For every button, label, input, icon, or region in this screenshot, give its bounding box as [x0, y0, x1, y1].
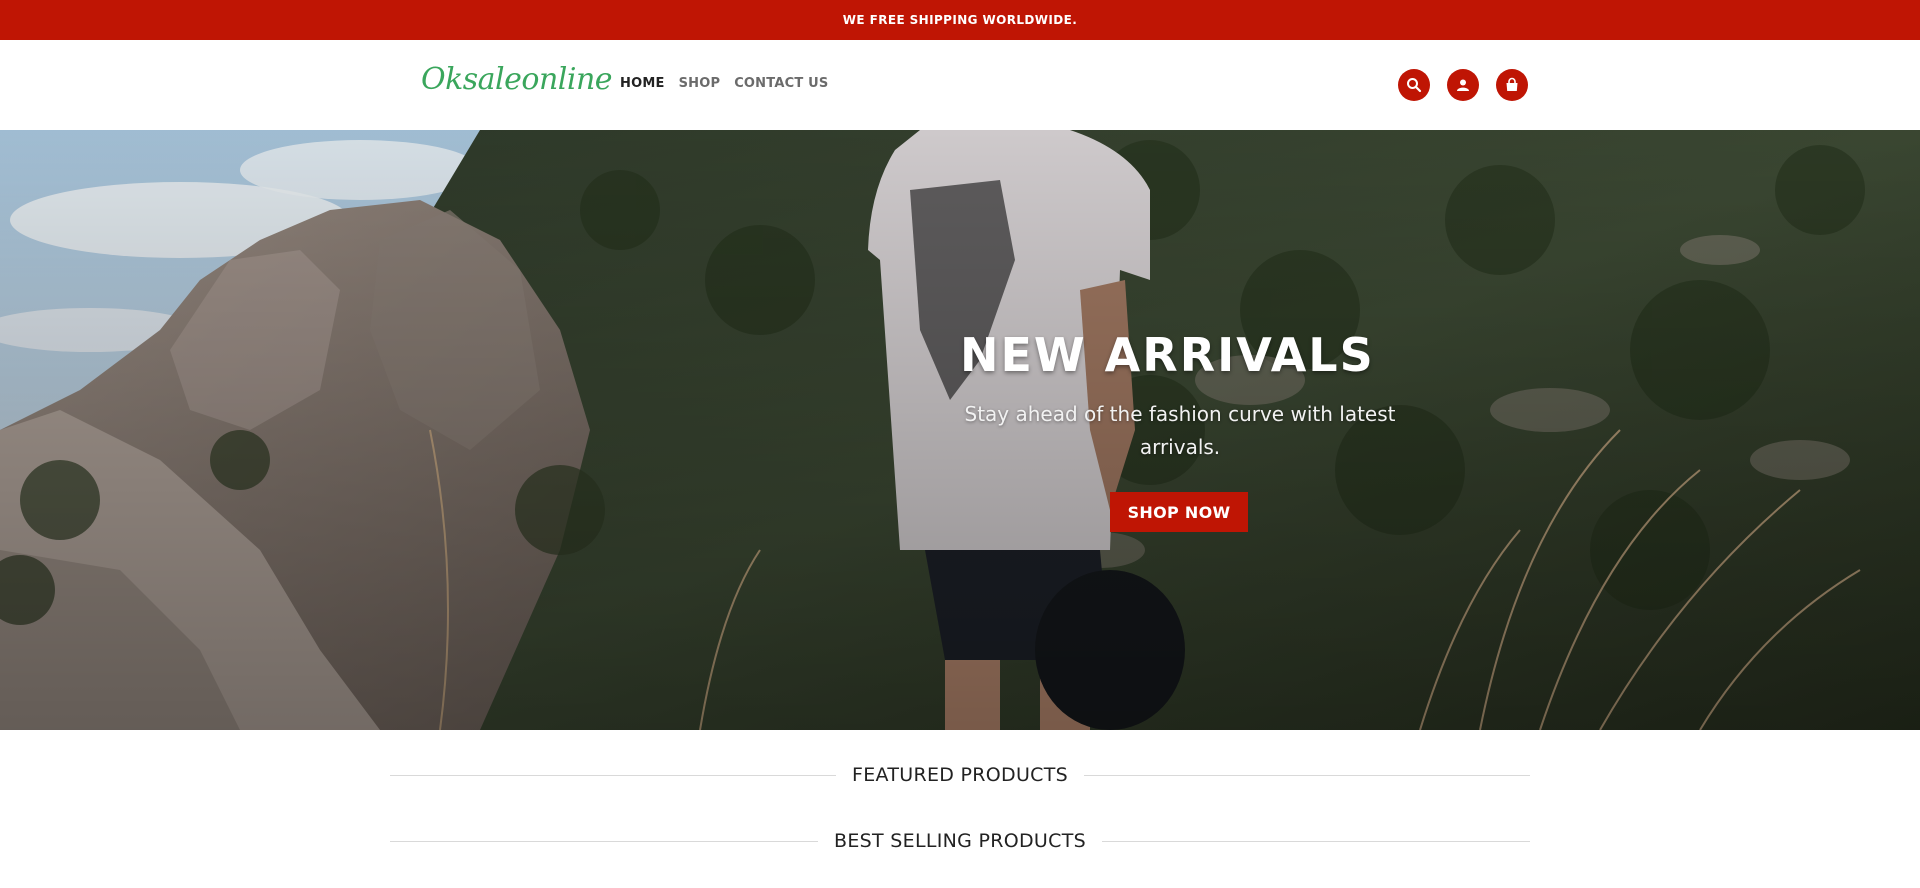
header-actions [1398, 69, 1528, 101]
best-selling-products-heading: BEST SELLING PRODUCTS [390, 830, 1531, 852]
hero-banner: NEW ARRIVALS Stay ahead of the fashion c… [0, 130, 1920, 730]
shop-now-button[interactable]: SHOP NOW [1110, 492, 1248, 532]
cart-icon [1506, 77, 1518, 91]
nav-shop[interactable]: SHOP [679, 76, 721, 91]
search-icon [1407, 78, 1422, 93]
hero-subtitle: Stay ahead of the fashion curve with lat… [964, 402, 1396, 459]
cart-button[interactable] [1496, 69, 1528, 101]
divider-line [1101, 840, 1531, 842]
nav-contact-us[interactable]: CONTACT US [734, 76, 828, 91]
account-button[interactable] [1447, 69, 1479, 101]
featured-products-heading: FEATURED PRODUCTS [390, 764, 1530, 786]
site-header: Oksaleonline HOME SHOP CONTACT US [0, 40, 1920, 130]
account-icon [1457, 79, 1469, 91]
divider-line [390, 774, 836, 776]
site-logo[interactable]: Oksaleonline [421, 62, 613, 97]
main-nav: HOME SHOP CONTACT US [620, 76, 828, 91]
featured-products-title: FEATURED PRODUCTS [851, 764, 1069, 786]
best-selling-products-title: BEST SELLING PRODUCTS [834, 830, 1086, 852]
divider-line [1084, 774, 1530, 776]
divider-line [390, 840, 819, 842]
announcement-text: WE FREE SHIPPING WORLDWIDE. [842, 13, 1078, 27]
search-button[interactable] [1398, 69, 1430, 101]
nav-home[interactable]: HOME [620, 76, 665, 91]
hero-title: NEW ARRIVALS [960, 328, 1375, 382]
announcement-bar: WE FREE SHIPPING WORLDWIDE. [0, 0, 1920, 40]
